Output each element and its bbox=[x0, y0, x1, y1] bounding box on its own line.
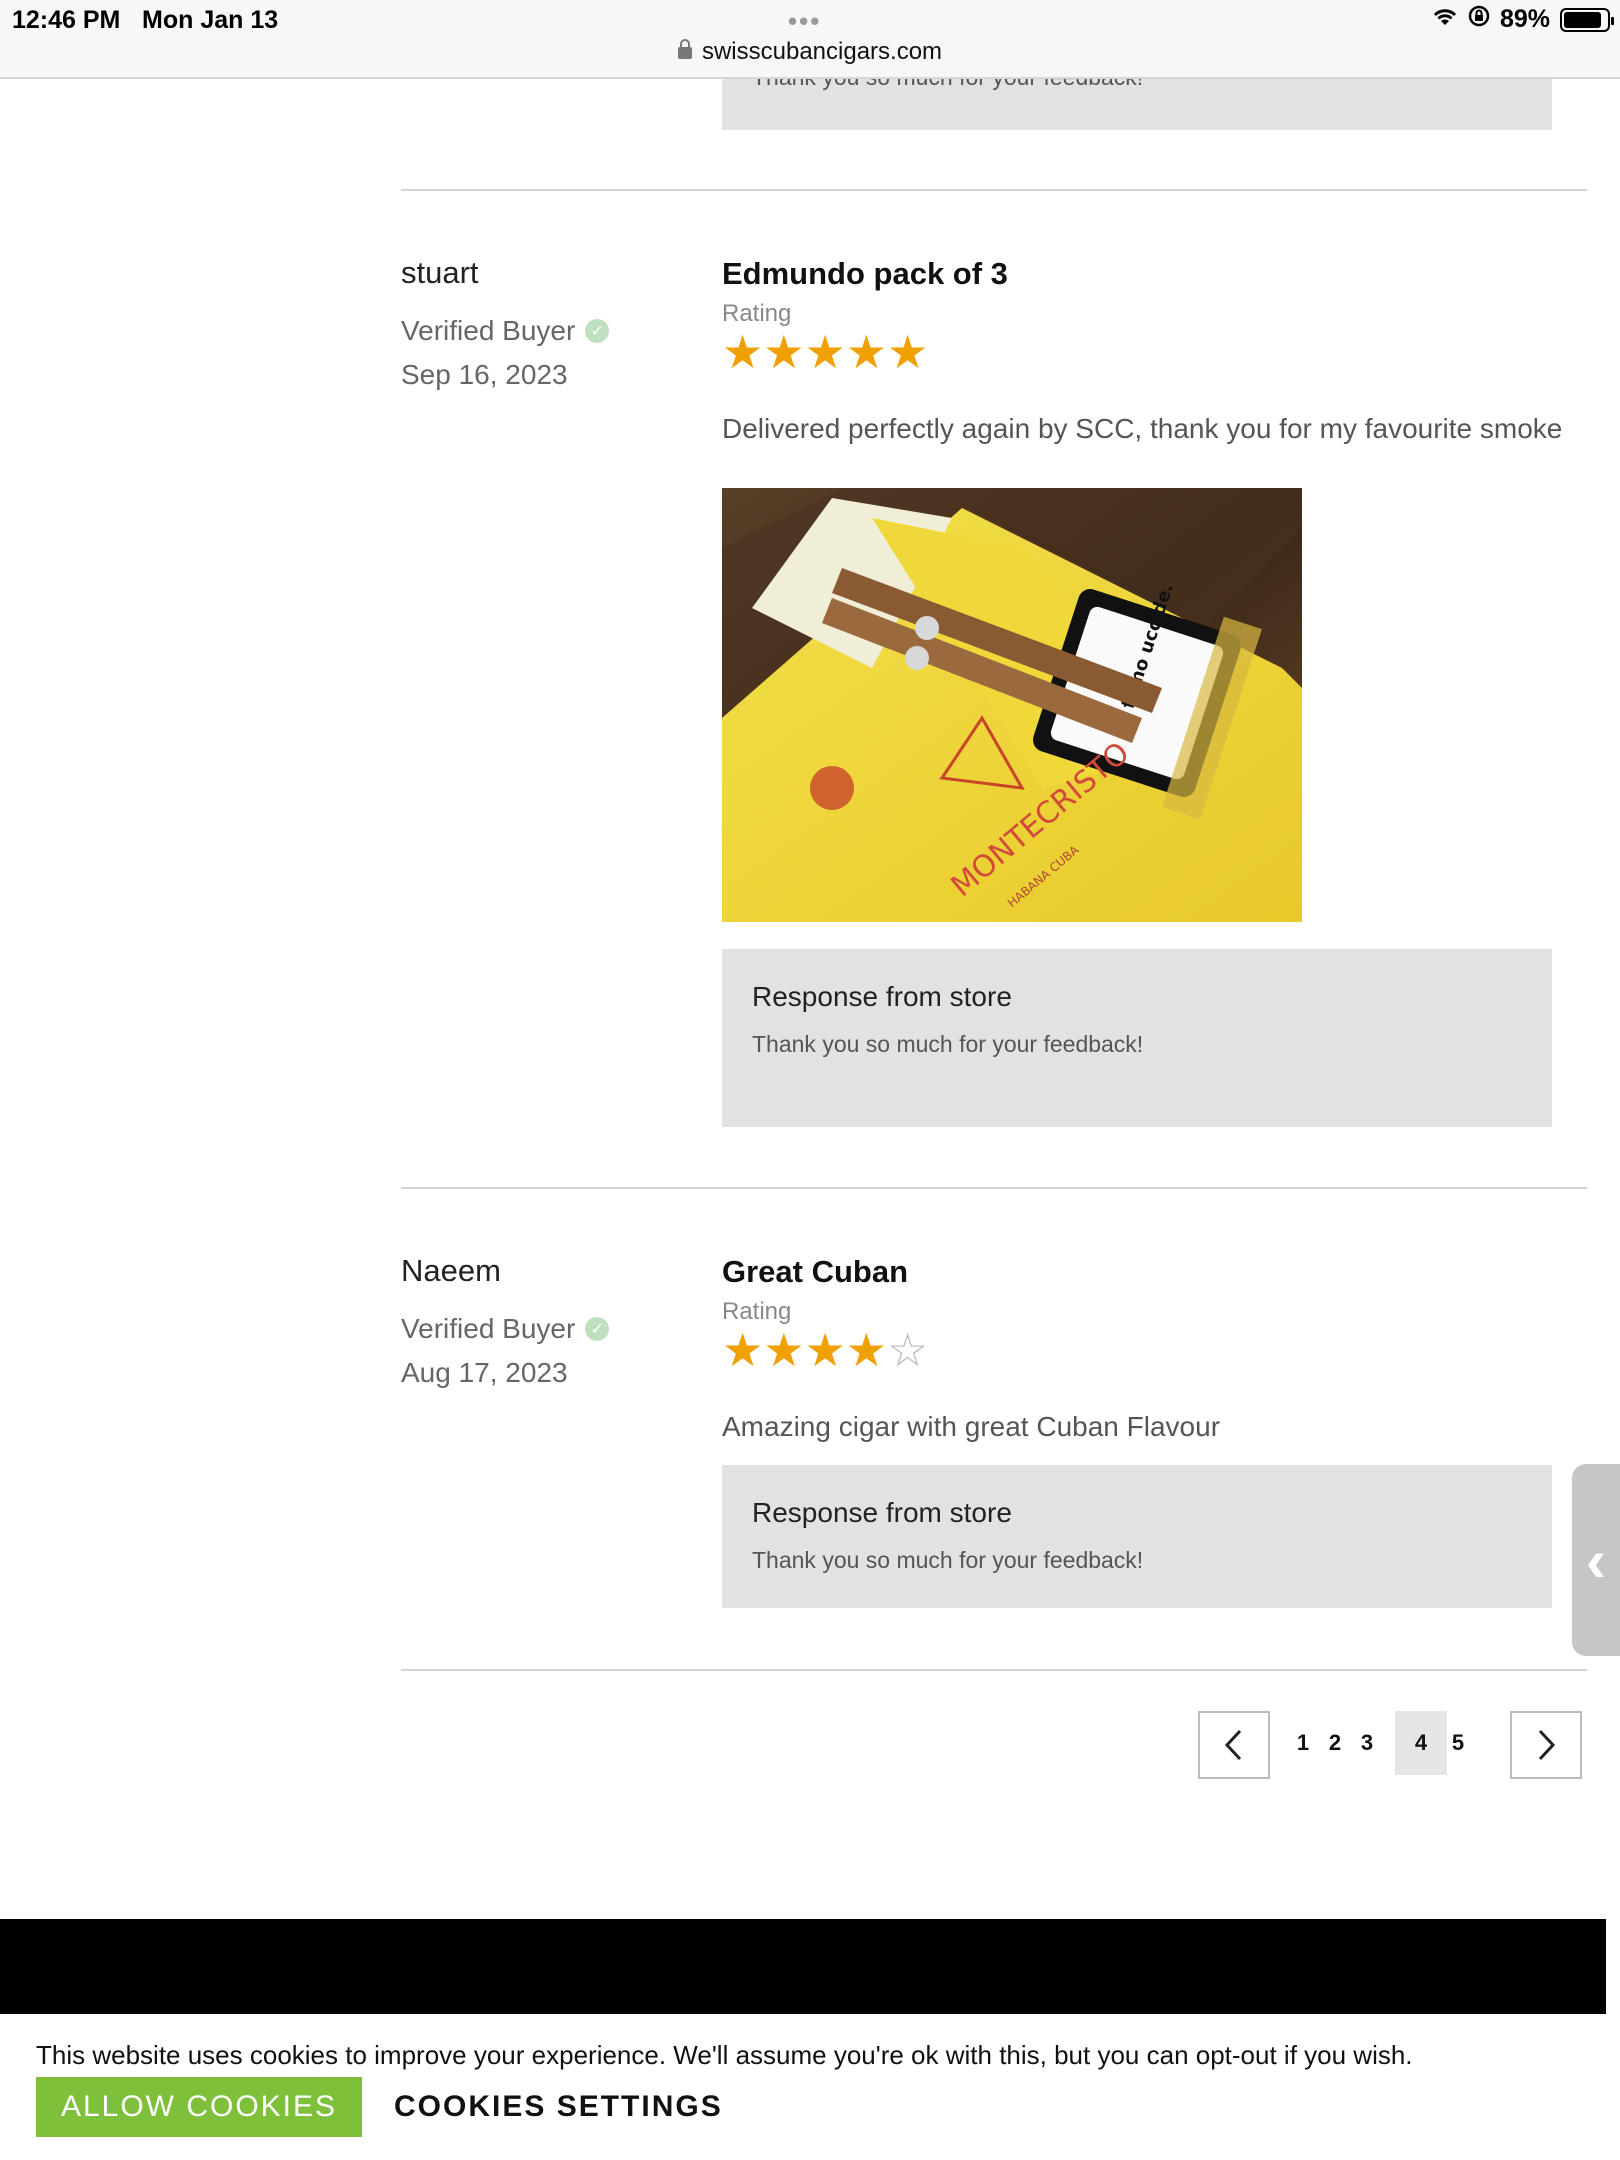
verified-check-icon: ✓ bbox=[585, 319, 610, 343]
verified-label: Verified Buyer bbox=[401, 315, 576, 346]
orientation-lock-icon bbox=[1468, 5, 1490, 34]
star-filled-icon: ★ bbox=[887, 326, 929, 378]
response-text: Thank you so much for your feedback! bbox=[752, 1031, 1144, 1057]
rating-label: Rating bbox=[722, 1298, 792, 1325]
chevron-left-icon bbox=[1224, 1729, 1242, 1761]
review-title: Edmundo pack of 3 bbox=[722, 256, 1008, 291]
page-number-5[interactable]: 5 bbox=[1441, 1711, 1475, 1775]
star-filled-icon: ★ bbox=[845, 1324, 887, 1376]
star-filled-icon: ★ bbox=[722, 326, 764, 378]
cookies-settings-button[interactable]: COOKIES SETTINGS bbox=[394, 2077, 723, 2137]
page-number-1[interactable]: 1 bbox=[1286, 1711, 1320, 1775]
chevron-right-icon bbox=[1538, 1729, 1556, 1761]
response-text: Thank you so much for your feedback! bbox=[752, 79, 1143, 91]
star-filled-icon: ★ bbox=[763, 326, 805, 378]
star-empty-icon: ☆ bbox=[887, 1324, 929, 1376]
cigar-box-image: Il fumo uccide. MONTECRISTO HABANA CUBA bbox=[722, 488, 1302, 922]
status-date: Mon Jan 13 bbox=[142, 6, 279, 34]
lock-icon bbox=[677, 39, 692, 59]
verified-check-icon: ✓ bbox=[585, 1317, 610, 1341]
response-text: Thank you so much for your feedback! bbox=[752, 1547, 1144, 1573]
cookie-banner: This website uses cookies to improve you… bbox=[0, 2014, 1606, 2160]
page-number-4[interactable]: 4 bbox=[1395, 1711, 1447, 1775]
allow-cookies-button[interactable]: ALLOW COOKIES bbox=[36, 2077, 362, 2137]
pagination: 12345 bbox=[0, 1711, 1620, 1781]
battery-icon bbox=[1560, 7, 1614, 32]
response-title: Response from store bbox=[752, 1497, 1012, 1528]
star-filled-icon: ★ bbox=[804, 326, 846, 378]
review-title: Great Cuban bbox=[722, 1254, 909, 1289]
verified-buyer: Verified Buyer ✓ bbox=[401, 315, 610, 347]
response-title: Response from store bbox=[752, 981, 1012, 1012]
review-body: Delivered perfectly again by SCC, thank … bbox=[722, 413, 1563, 444]
star-rating: ★★★★☆ bbox=[722, 1327, 928, 1373]
star-filled-icon: ★ bbox=[722, 1324, 764, 1376]
battery-percent: 89% bbox=[1499, 5, 1550, 33]
rating-label: Rating bbox=[722, 300, 792, 327]
divider bbox=[401, 1669, 1587, 1671]
review-photo[interactable]: Il fumo uccide. MONTECRISTO HABANA CUBA bbox=[722, 488, 1302, 922]
divider bbox=[401, 189, 1587, 191]
reviewer-name: Naeem bbox=[401, 1253, 501, 1288]
multitask-dots-icon[interactable]: ••• bbox=[788, 6, 821, 37]
response-box: Thank you so much for your feedback! bbox=[722, 79, 1552, 130]
verified-label: Verified Buyer bbox=[401, 1313, 576, 1344]
page-number-3[interactable]: 3 bbox=[1350, 1711, 1384, 1775]
reviewer-name: stuart bbox=[401, 255, 479, 290]
chevron-left-icon: ‹ bbox=[1586, 1526, 1606, 1594]
divider bbox=[401, 1187, 1587, 1189]
review-date: Aug 17, 2023 bbox=[401, 1357, 568, 1388]
cookie-message: This website uses cookies to improve you… bbox=[36, 2040, 1413, 2070]
status-time: 12:46 PM bbox=[12, 6, 121, 34]
status-indicators: 89% bbox=[1432, 5, 1614, 34]
page-content: Thank you so much for your feedback! stu… bbox=[0, 79, 1620, 2160]
response-box: Response from store Thank you so much fo… bbox=[722, 1465, 1552, 1608]
next-page-button[interactable] bbox=[1510, 1711, 1582, 1779]
prev-page-button[interactable] bbox=[1198, 1711, 1270, 1779]
response-box: Response from store Thank you so much fo… bbox=[722, 949, 1552, 1127]
star-filled-icon: ★ bbox=[763, 1324, 805, 1376]
star-filled-icon: ★ bbox=[845, 326, 887, 378]
star-filled-icon: ★ bbox=[804, 1324, 846, 1376]
side-panel-toggle[interactable]: ‹ bbox=[1572, 1464, 1620, 1656]
review-date: Sep 16, 2023 bbox=[401, 359, 568, 390]
review-body: Amazing cigar with great Cuban Flavour bbox=[722, 1411, 1221, 1442]
address-bar[interactable]: swisscubancigars.com bbox=[0, 38, 1620, 66]
page-number-2[interactable]: 2 bbox=[1318, 1711, 1352, 1775]
browser-status-bar: 12:46 PM Mon Jan 13 ••• 89% swisscubanci… bbox=[0, 0, 1620, 79]
verified-buyer: Verified Buyer ✓ bbox=[401, 1313, 610, 1345]
wifi-icon bbox=[1432, 5, 1458, 34]
star-rating: ★★★★★ bbox=[722, 329, 928, 375]
url-text: swisscubancigars.com bbox=[701, 38, 943, 65]
